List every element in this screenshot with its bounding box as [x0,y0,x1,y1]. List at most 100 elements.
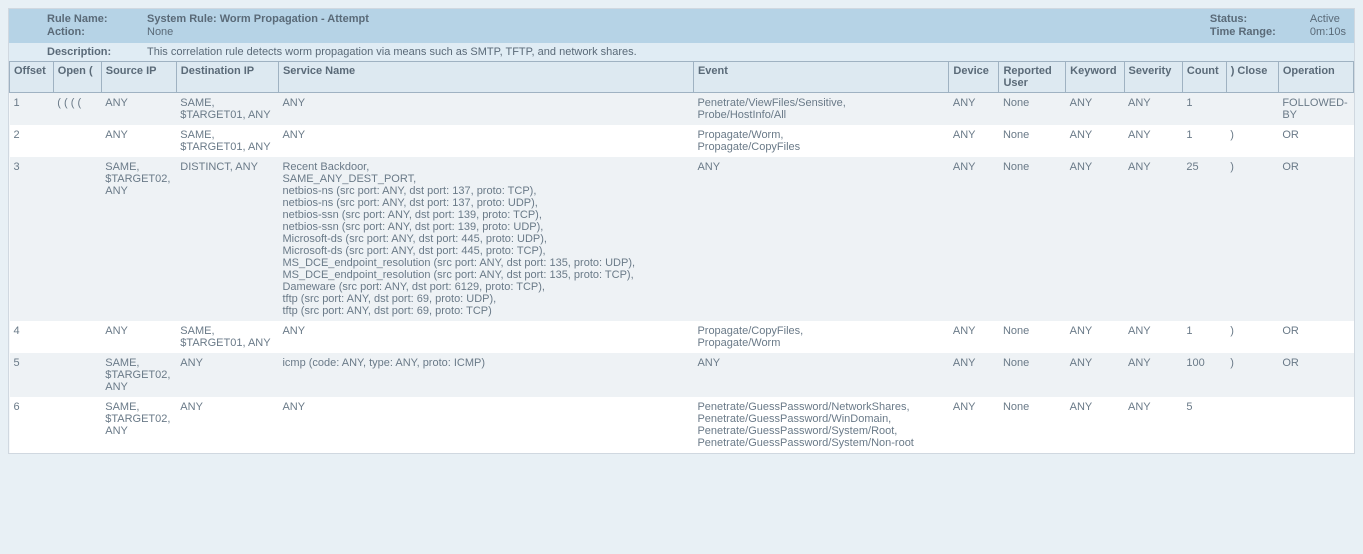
cell-keyword: ANY [1066,157,1124,321]
cell-close: ) [1226,157,1278,321]
cell-event: ANY [693,157,948,321]
cell-open [53,157,101,321]
cell-operation: OR [1278,321,1353,353]
table-row[interactable]: 6SAME, $TARGET02, ANYANYANYPenetrate/Gue… [10,397,1354,453]
rule-name-label: Rule Name: [17,13,147,25]
cell-source-ip: SAME, $TARGET02, ANY [101,397,176,453]
cell-event: Penetrate/GuessPassword/NetworkShares,Pe… [693,397,948,453]
cell-event: Propagate/CopyFiles,Propagate/Worm [693,321,948,353]
col-severity[interactable]: Severity [1124,62,1182,93]
cell-keyword: ANY [1066,353,1124,397]
cell-event: Penetrate/ViewFiles/Sensitive,Probe/Host… [693,93,948,126]
rule-panel: Rule Name: System Rule: Worm Propagation… [8,8,1355,454]
rule-table: Offset Open ( Source IP Destination IP S… [9,61,1354,453]
cell-operation: OR [1278,157,1353,321]
cell-service-name: icmp (code: ANY, type: ANY, proto: ICMP) [278,353,693,397]
cell-destination-ip: SAME, $TARGET01, ANY [176,321,278,353]
cell-severity: ANY [1124,321,1182,353]
table-row[interactable]: 5SAME, $TARGET02, ANYANYicmp (code: ANY,… [10,353,1354,397]
cell-offset: 1 [10,93,54,126]
cell-keyword: ANY [1066,93,1124,126]
cell-keyword: ANY [1066,397,1124,453]
description-label: Description: [17,46,147,58]
time-range-value: 0m:10s [1310,26,1346,38]
table-row[interactable]: 4ANYSAME, $TARGET01, ANYANYPropagate/Cop… [10,321,1354,353]
col-open[interactable]: Open ( [53,62,101,93]
cell-severity: ANY [1124,93,1182,126]
cell-service-name: ANY [278,397,693,453]
cell-source-ip: SAME, $TARGET02, ANY [101,353,176,397]
cell-offset: 2 [10,125,54,157]
cell-source-ip: ANY [101,321,176,353]
status-value: Active [1310,13,1340,25]
cell-reported-user: None [999,157,1066,321]
col-keyword[interactable]: Keyword [1066,62,1124,93]
cell-severity: ANY [1124,397,1182,453]
rule-header: Rule Name: System Rule: Worm Propagation… [9,9,1354,43]
cell-offset: 5 [10,353,54,397]
cell-device: ANY [949,397,999,453]
col-close[interactable]: ) Close [1226,62,1278,93]
cell-event: ANY [693,353,948,397]
cell-close: ) [1226,321,1278,353]
cell-source-ip: ANY [101,125,176,157]
col-operation[interactable]: Operation [1278,62,1353,93]
cell-keyword: ANY [1066,321,1124,353]
description-value: This correlation rule detects worm propa… [147,46,637,58]
cell-source-ip: ANY [101,93,176,126]
table-row[interactable]: 3SAME, $TARGET02, ANYDISTINCT, ANYRecent… [10,157,1354,321]
rule-name-value: System Rule: Worm Propagation - Attempt [147,13,369,25]
cell-keyword: ANY [1066,125,1124,157]
table-row[interactable]: 2ANYSAME, $TARGET01, ANYANYPropagate/Wor… [10,125,1354,157]
cell-close: ) [1226,125,1278,157]
col-source-ip[interactable]: Source IP [101,62,176,93]
cell-event: Propagate/Worm,Propagate/CopyFiles [693,125,948,157]
cell-open [53,353,101,397]
cell-device: ANY [949,353,999,397]
cell-count: 1 [1182,125,1226,157]
action-label: Action: [17,26,147,38]
header-left: Rule Name: System Rule: Worm Propagation… [17,13,1210,39]
cell-count: 1 [1182,93,1226,126]
col-destination-ip[interactable]: Destination IP [176,62,278,93]
cell-count: 100 [1182,353,1226,397]
cell-close: ) [1226,353,1278,397]
cell-open [53,125,101,157]
cell-source-ip: SAME, $TARGET02, ANY [101,157,176,321]
action-value: None [147,26,173,38]
cell-offset: 6 [10,397,54,453]
cell-service-name: ANY [278,93,693,126]
cell-destination-ip: ANY [176,353,278,397]
cell-device: ANY [949,125,999,157]
table-row[interactable]: 1( ( ( (ANYSAME, $TARGET01, ANYANYPenetr… [10,93,1354,126]
col-device[interactable]: Device [949,62,999,93]
header-right: Status: Active Time Range: 0m:10s [1210,13,1346,39]
cell-severity: ANY [1124,157,1182,321]
cell-severity: ANY [1124,125,1182,157]
cell-reported-user: None [999,397,1066,453]
cell-device: ANY [949,157,999,321]
col-reported-user[interactable]: Reported User [999,62,1066,93]
cell-destination-ip: SAME, $TARGET01, ANY [176,125,278,157]
cell-reported-user: None [999,353,1066,397]
table-body: 1( ( ( (ANYSAME, $TARGET01, ANYANYPenetr… [10,93,1354,454]
cell-count: 25 [1182,157,1226,321]
cell-open [53,397,101,453]
cell-open [53,321,101,353]
col-service-name[interactable]: Service Name [278,62,693,93]
cell-operation [1278,397,1353,453]
cell-close [1226,397,1278,453]
col-offset[interactable]: Offset [10,62,54,93]
cell-device: ANY [949,93,999,126]
cell-reported-user: None [999,125,1066,157]
time-range-label: Time Range: [1210,26,1310,38]
cell-offset: 3 [10,157,54,321]
col-count[interactable]: Count [1182,62,1226,93]
col-event[interactable]: Event [693,62,948,93]
status-label: Status: [1210,13,1310,25]
cell-reported-user: None [999,321,1066,353]
cell-count: 5 [1182,397,1226,453]
cell-device: ANY [949,321,999,353]
cell-destination-ip: ANY [176,397,278,453]
table-header-row: Offset Open ( Source IP Destination IP S… [10,62,1354,93]
